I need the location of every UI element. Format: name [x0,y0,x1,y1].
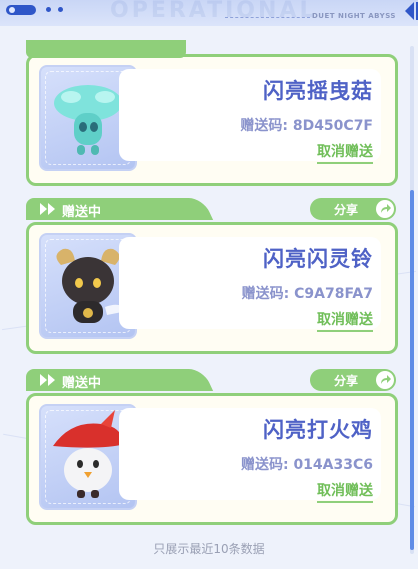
top-bar: OPERATIONAL DUET NIGHT ABYSS [0,0,418,26]
list-footer-note: 只展示最近10条数据 [153,542,265,556]
double-arrow-icon [40,203,55,215]
item-name: 闪亮打火鸡 [263,418,373,442]
header-divider [225,17,310,18]
progress-pill-icon [6,5,36,15]
brand-label: DUET NIGHT ABYSS [312,12,396,20]
share-label: 分享 [334,374,359,388]
gift-code: 赠送码: C9A78FA7 [241,286,373,302]
status-tab: 赠送中 [26,198,186,220]
cancel-gift-button[interactable]: 取消赠送 [317,141,373,164]
gift-card-body: 闪亮闪灵铃 赠送码: C9A78FA7 取消赠送 [26,222,398,354]
gift-code: 赠送码: 8D450C7F [240,118,373,134]
page-dot-icon [58,7,63,12]
gift-code: 赠送码: 014A33C6 [240,457,373,473]
share-button[interactable]: 分享 [310,369,396,391]
status-label: 赠送中 [62,205,102,220]
cancel-gift-button[interactable]: 取消赠送 [317,480,373,503]
page-dot-icon [46,7,51,12]
share-icon [376,200,394,218]
header-watermark: OPERATIONAL [110,0,317,23]
cancel-gift-button[interactable]: 取消赠送 [317,309,373,332]
share-label: 分享 [334,203,359,217]
gift-card-body: 闪亮打火鸡 赠送码: 014A33C6 取消赠送 [26,393,398,525]
share-button[interactable]: 分享 [310,198,396,220]
status-tab-edge [26,40,186,58]
share-icon [376,371,394,389]
scrollbar-thumb[interactable] [410,190,414,550]
status-tab: 赠送中 [26,369,186,391]
double-arrow-icon [40,374,55,386]
status-label: 赠送中 [62,376,102,391]
item-name: 闪亮闪灵铃 [263,247,373,271]
back-arrow-icon[interactable] [405,2,418,20]
item-name: 闪亮摇曳菇 [263,79,373,103]
gift-card-body: 闪亮摇曳菇 赠送码: 8D450C7F 取消赠送 [26,54,398,186]
